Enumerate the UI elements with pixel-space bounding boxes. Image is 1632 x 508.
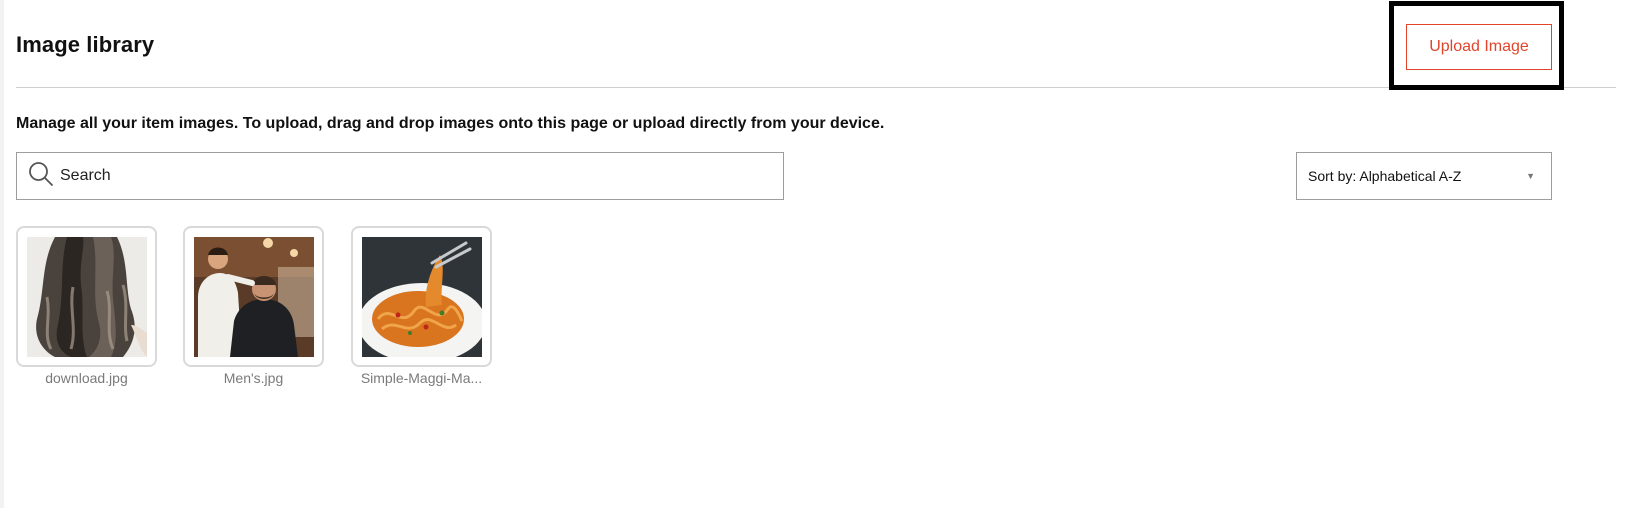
- search-icon: [17, 161, 60, 192]
- page-title: Image library: [16, 32, 155, 57]
- chevron-down-icon: ▼: [1526, 171, 1535, 181]
- search-bar[interactable]: [16, 152, 784, 200]
- image-thumbnail-barber: [194, 237, 314, 357]
- page-description: Manage all your item images. To upload, …: [16, 115, 885, 132]
- left-edge: [0, 0, 4, 508]
- image-card[interactable]: [16, 226, 157, 367]
- image-filename: download.jpg: [45, 370, 128, 386]
- image-card[interactable]: [183, 226, 324, 367]
- image-thumbnail-noodles: [362, 237, 482, 357]
- image-filename: Men's.jpg: [223, 370, 284, 386]
- image-thumbnail-hair: [27, 237, 147, 357]
- page-header: Image library: [16, 0, 1616, 88]
- image-card[interactable]: [351, 226, 492, 367]
- image-filename: Simple-Maggi-Ma...: [360, 370, 483, 386]
- sort-selected-value: Sort by: Alphabetical A-Z: [1308, 168, 1462, 184]
- sort-dropdown[interactable]: Sort by: Alphabetical A-Z ▼: [1296, 152, 1552, 200]
- upload-image-button[interactable]: Upload Image: [1406, 24, 1552, 70]
- search-input[interactable]: [60, 167, 740, 185]
